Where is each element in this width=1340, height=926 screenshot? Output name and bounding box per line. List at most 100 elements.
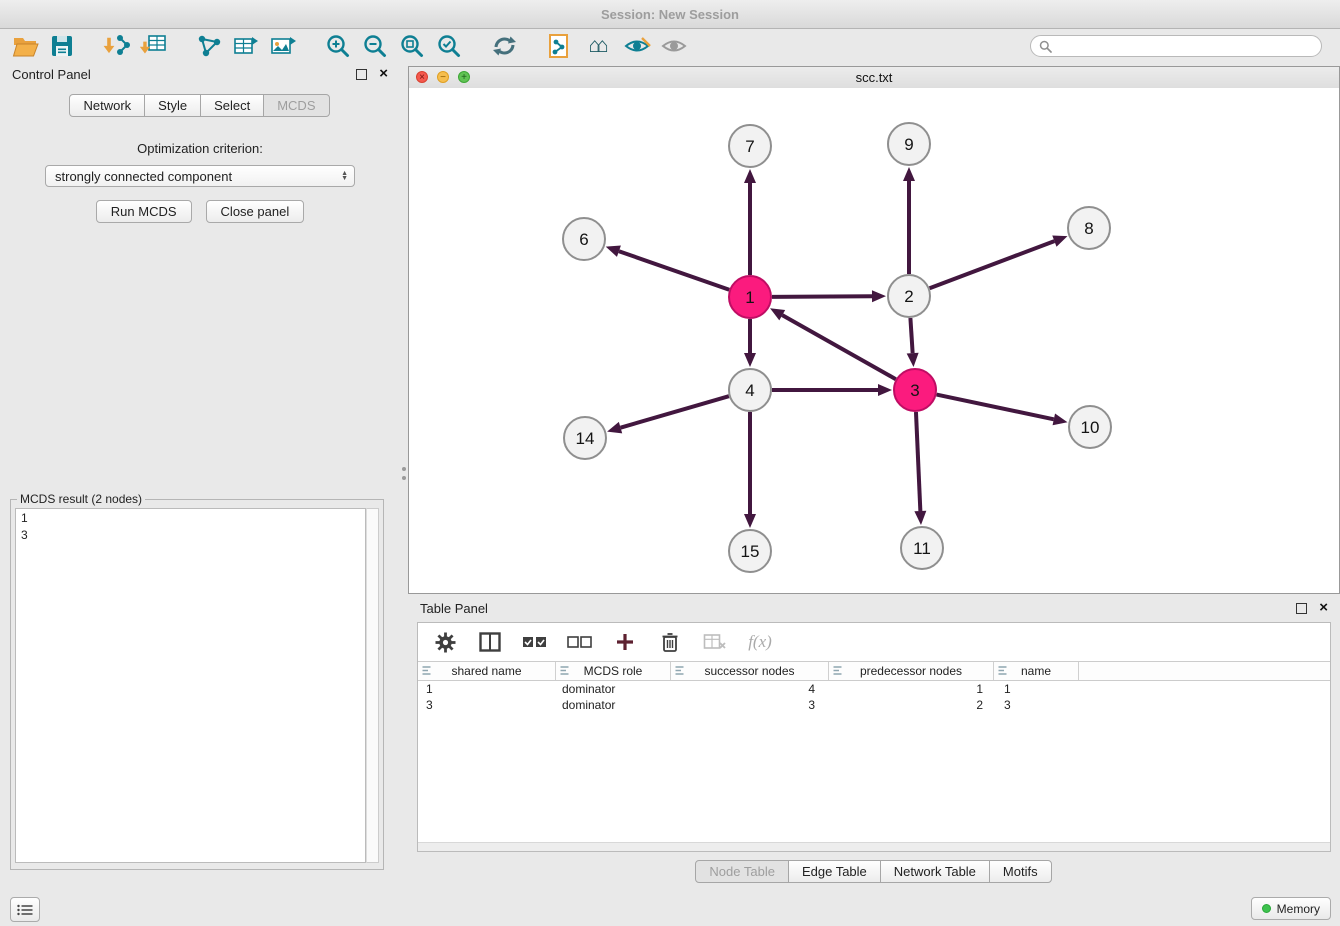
table-row[interactable]: 3 dominator 3 2 3 — [418, 697, 1330, 713]
zoom-fit-icon[interactable] — [397, 31, 427, 61]
graph-arrowhead — [878, 384, 892, 396]
graph-node-label: 7 — [745, 137, 754, 156]
zoom-window-icon[interactable]: + — [458, 71, 470, 83]
refresh-icon[interactable] — [489, 31, 519, 61]
graph-node-label: 2 — [904, 287, 913, 306]
column-header-predecessor-nodes[interactable]: predecessor nodes — [829, 662, 994, 680]
main-toolbar: ⌂⌂ — [0, 29, 1340, 63]
table-panel: Table Panel × — [408, 596, 1340, 890]
mcds-result-group: MCDS result (2 nodes) 1 3 — [10, 492, 384, 870]
search-input[interactable] — [1057, 38, 1313, 54]
graph-node-label: 10 — [1081, 418, 1100, 437]
graph-edge-3-11[interactable] — [916, 412, 920, 511]
table-header-row: shared name MCDS role successor nodes pr… — [418, 661, 1330, 681]
close-window-icon[interactable]: × — [416, 71, 428, 83]
import-table-icon[interactable] — [139, 31, 169, 61]
network-window-title: scc.txt — [856, 70, 893, 85]
graph-edge-3-10[interactable] — [937, 395, 1054, 420]
network-view-window[interactable]: × − + scc.txt 1234678910111415 — [408, 66, 1340, 594]
tab-edge-table[interactable]: Edge Table — [788, 860, 881, 883]
table-row[interactable]: 1 dominator 4 1 1 — [418, 681, 1330, 697]
mcds-result-list[interactable]: 1 3 — [15, 508, 366, 863]
merge-networks-icon[interactable]: ⌂⌂ — [581, 31, 616, 61]
import-network-icon[interactable] — [102, 31, 132, 61]
tab-motifs[interactable]: Motifs — [989, 860, 1052, 883]
close-panel-button[interactable]: Close panel — [206, 200, 305, 223]
network-window-titlebar[interactable]: × − + scc.txt — [409, 67, 1339, 89]
graph-edge-1-6[interactable] — [619, 251, 729, 290]
delete-column-trash-icon[interactable] — [655, 627, 685, 657]
function-builder-icon[interactable]: f(x) — [745, 627, 775, 657]
graph-edge-2-3[interactable] — [910, 318, 912, 353]
graph-node-label: 4 — [745, 381, 754, 400]
graph-node-label: 6 — [579, 230, 588, 249]
table-hscrollbar[interactable] — [418, 842, 1330, 851]
create-column-icon[interactable] — [610, 627, 640, 657]
window-titlebar[interactable]: Session: New Session — [0, 0, 1340, 29]
new-network-icon[interactable] — [194, 31, 224, 61]
column-header-name[interactable]: name — [994, 662, 1079, 680]
tab-network[interactable]: Network — [69, 94, 145, 117]
column-header-successor-nodes[interactable]: successor nodes — [671, 662, 829, 680]
zoom-out-icon[interactable] — [360, 31, 390, 61]
graph-edge-3-1[interactable] — [782, 315, 896, 379]
delete-table-icon[interactable] — [700, 627, 730, 657]
close-panel-icon[interactable]: × — [379, 67, 388, 81]
graph-node-label: 1 — [745, 288, 754, 307]
status-bar: Memory — [0, 890, 1340, 926]
hide-graphics-details-icon[interactable] — [660, 31, 690, 61]
tab-select[interactable]: Select — [200, 94, 264, 117]
network-graph[interactable]: 1234678910111415 — [409, 88, 1339, 593]
select-all-rows-icon[interactable] — [520, 627, 550, 657]
clone-network-icon[interactable] — [544, 31, 574, 61]
column-header-shared-name[interactable]: shared name — [418, 662, 556, 680]
graph-arrowhead — [1053, 413, 1068, 425]
tab-node-table[interactable]: Node Table — [695, 860, 789, 883]
column-header-mcds-role[interactable]: MCDS role — [556, 662, 671, 680]
result-scrollbar[interactable] — [366, 508, 379, 863]
export-table-icon[interactable] — [231, 31, 261, 61]
graph-arrowhead — [907, 353, 919, 367]
mcds-result-line: 3 — [21, 527, 360, 544]
search-field[interactable] — [1030, 35, 1322, 57]
tab-mcds[interactable]: MCDS — [263, 94, 329, 117]
export-image-icon[interactable] — [268, 31, 298, 61]
open-session-icon[interactable] — [10, 31, 40, 61]
column-type-icon — [559, 665, 570, 676]
criterion-dropdown-value: strongly connected component — [55, 169, 341, 184]
show-columns-icon[interactable] — [475, 627, 505, 657]
float-panel-icon[interactable] — [356, 69, 367, 80]
show-graphics-details-icon[interactable] — [623, 31, 653, 61]
vertical-splitter[interactable] — [400, 62, 408, 890]
zoom-selected-icon[interactable] — [434, 31, 464, 61]
tab-style[interactable]: Style — [144, 94, 201, 117]
node-table: f(x) shared name MCDS role successor nod… — [417, 622, 1331, 852]
chevron-updown-icon: ▲▼ — [341, 171, 348, 181]
graph-edge-2-8[interactable] — [930, 241, 1055, 288]
close-table-panel-icon[interactable]: × — [1319, 601, 1328, 615]
column-type-icon — [674, 665, 685, 676]
optimization-criterion-label: Optimization criterion: — [0, 141, 400, 156]
graph-arrowhead — [872, 290, 886, 302]
save-session-icon[interactable] — [47, 31, 77, 61]
graph-edge-4-14[interactable] — [621, 396, 729, 428]
table-panel-title: Table Panel — [420, 601, 488, 616]
run-mcds-button[interactable]: Run MCDS — [96, 200, 192, 223]
graph-arrowhead — [607, 422, 622, 434]
zoom-in-icon[interactable] — [323, 31, 353, 61]
minimize-window-icon[interactable]: − — [437, 71, 449, 83]
graph-arrowhead — [744, 169, 756, 183]
tab-network-table[interactable]: Network Table — [880, 860, 990, 883]
memory-status-dot — [1262, 904, 1271, 913]
memory-button[interactable]: Memory — [1251, 897, 1331, 920]
deselect-all-rows-icon[interactable] — [565, 627, 595, 657]
graph-node-label: 11 — [913, 539, 931, 558]
criterion-dropdown[interactable]: strongly connected component ▲▼ — [45, 165, 355, 187]
graph-arrowhead — [606, 246, 621, 257]
graph-node-label: 15 — [741, 542, 760, 561]
float-table-panel-icon[interactable] — [1296, 603, 1307, 614]
table-tabs: Node Table Edge Table Network Table Moti… — [408, 860, 1340, 883]
graph-edge-1-2[interactable] — [772, 296, 872, 297]
table-settings-gear-icon[interactable] — [430, 627, 460, 657]
task-history-button[interactable] — [10, 897, 40, 922]
